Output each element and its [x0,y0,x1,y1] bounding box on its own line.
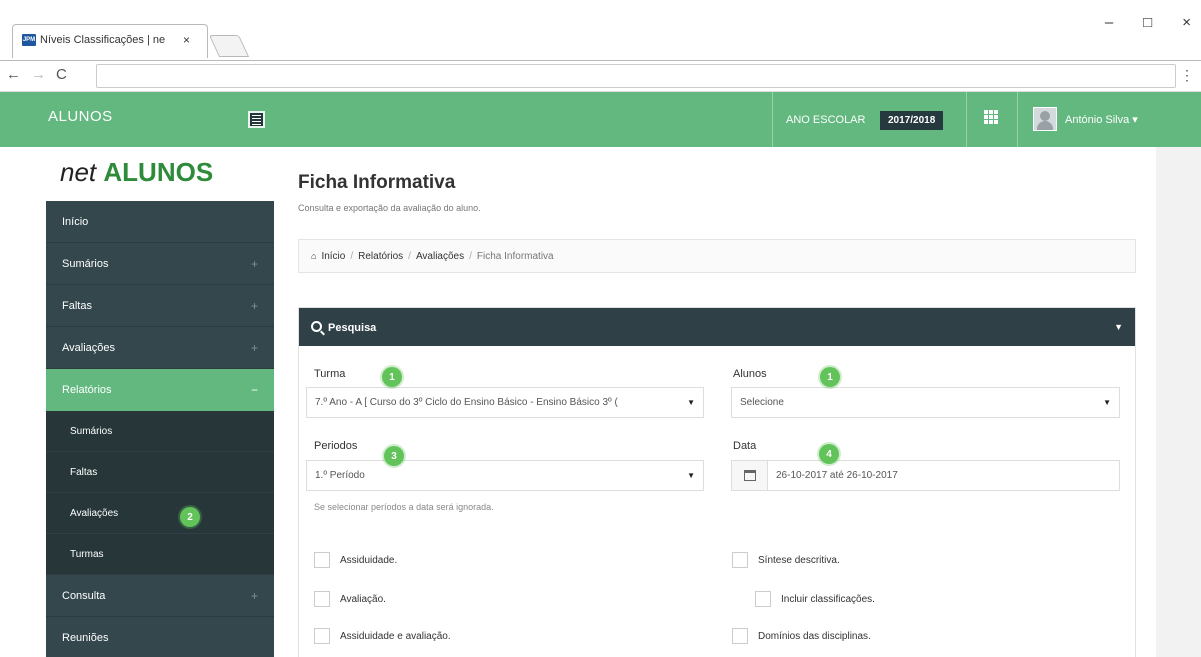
step-badge: 3 [384,446,404,466]
tab-close-icon[interactable]: × [183,33,190,47]
expand-icon: + [250,256,258,271]
periodos-select[interactable]: 1.º Período ▼ [306,460,704,491]
header-divider [966,92,967,147]
checkbox-icon[interactable] [314,591,330,607]
app-header [0,92,1201,147]
search-icon [311,320,322,332]
close-window-icon[interactable]: × [1182,14,1191,31]
checkbox-incluir-classificacoes[interactable]: Incluir classificações. [755,591,875,607]
home-icon: ⌂ [311,251,317,261]
header-divider [772,92,773,147]
user-menu[interactable]: António Silva ▾ [1065,113,1138,126]
back-arrow-icon[interactable]: ← [6,66,21,83]
breadcrumb-inicio[interactable]: Início [321,251,345,262]
breadcrumb-avaliacoes[interactable]: Avaliações [416,251,464,262]
url-input[interactable] [96,64,1176,88]
checkbox-icon[interactable] [732,628,748,644]
sidebar-item-inicio[interactable]: Início [46,201,274,243]
favicon-icon: JPM [22,34,36,46]
app-brand[interactable]: ALUNOS [48,108,113,125]
expand-icon: + [250,340,258,355]
minimize-icon[interactable]: – [1105,14,1113,31]
alunos-select[interactable]: Selecione ▼ [731,387,1120,418]
chevron-down-icon: ▼ [1103,398,1111,407]
browser-menu-icon[interactable]: ⋮ [1180,67,1194,84]
panel-title: Pesquisa [328,321,377,334]
breadcrumb-ficha: Ficha Informativa [476,250,554,262]
header-divider [1017,92,1018,147]
sidebar-item-avaliacoes[interactable]: Avaliações + [46,327,274,369]
ano-escolar-label: ANO ESCOLAR [786,113,866,126]
expand-icon: + [250,298,258,313]
step-badge: 4 [819,444,839,464]
sidebar: Início Sumários + Faltas + Avaliações + … [46,201,274,657]
help-text: Se selecionar períodos a data será ignor… [314,502,494,512]
window-controls: – □ × [1105,14,1191,31]
checkbox-assiduidade-avaliacao[interactable]: Assiduidade e avaliação. [314,628,451,644]
periodos-label: Periodos [314,440,358,452]
date-range-input[interactable]: 26-10-2017 até 26-10-2017 [731,460,1120,491]
checkbox-dominios[interactable]: Domínios das disciplinas. [732,628,871,644]
breadcrumb: ⌂ Início / Relatórios / Avaliações / Fic… [298,239,1136,273]
sidebar-subitem-avaliacoes[interactable]: Avaliações [46,493,274,534]
sidebar-item-faltas[interactable]: Faltas + [46,285,274,327]
checkbox-icon[interactable] [755,591,771,607]
browser-tab-title: Níveis Classificações | ne [40,34,166,46]
chevron-down-icon: ▼ [687,398,695,407]
checkbox-sintese[interactable]: Síntese descritiva. [732,552,840,568]
sidebar-subitem-turmas[interactable]: Turmas [46,534,274,575]
netalunos-logo: net ALUNOS [60,157,214,187]
maximize-icon[interactable]: □ [1143,14,1152,31]
sidebar-item-sumarios[interactable]: Sumários + [46,243,274,285]
sidebar-subitem-sumarios[interactable]: Sumários [46,411,274,452]
breadcrumb-relatorios[interactable]: Relatórios [358,251,403,262]
sidebar-item-relatorios[interactable]: Relatórios − [46,369,274,411]
ano-escolar-value[interactable]: 2017/2018 [880,111,944,130]
step-badge: 1 [382,367,402,387]
scroll-gutter[interactable] [1156,147,1201,657]
page-subtitle: Consulta e exportação da avaliação do al… [298,203,481,213]
reload-icon[interactable]: C [56,66,67,83]
alunos-label: Alunos [733,368,767,380]
apps-grid-icon[interactable] [984,110,998,124]
forward-arrow-icon[interactable]: → [31,66,46,83]
calendar-icon[interactable] [732,461,768,490]
data-label: Data [733,440,757,452]
collapse-icon: − [250,383,258,397]
sidebar-subitem-faltas[interactable]: Faltas [46,452,274,493]
chevron-down-icon: ▼ [687,471,695,480]
search-panel-header[interactable]: Pesquisa ▼ [299,308,1135,346]
sidebar-item-reunioes[interactable]: Reuniões [46,617,274,657]
navigation-buttons: ← → C [6,66,67,83]
sidebar-toggle-icon[interactable] [248,111,265,128]
checkbox-icon[interactable] [314,628,330,644]
browser-tab-content[interactable]: JPM Níveis Classificações | ne [22,34,165,46]
panel-collapse-icon[interactable]: ▼ [1114,322,1123,332]
avatar[interactable] [1033,107,1057,131]
expand-icon: + [250,588,258,603]
checkbox-avaliacao[interactable]: Avaliação. [314,591,386,607]
sidebar-item-consulta[interactable]: Consulta + [46,575,274,617]
step-badge: 2 [180,507,200,527]
checkbox-assiduidade[interactable]: Assiduidade. [314,552,397,568]
step-badge: 1 [820,367,840,387]
turma-label: Turma [314,368,346,380]
turma-select[interactable]: 7.º Ano - A [ Curso do 3º Ciclo do Ensin… [306,387,704,418]
page-title: Ficha Informativa [298,172,456,193]
checkbox-icon[interactable] [314,552,330,568]
checkbox-icon[interactable] [732,552,748,568]
